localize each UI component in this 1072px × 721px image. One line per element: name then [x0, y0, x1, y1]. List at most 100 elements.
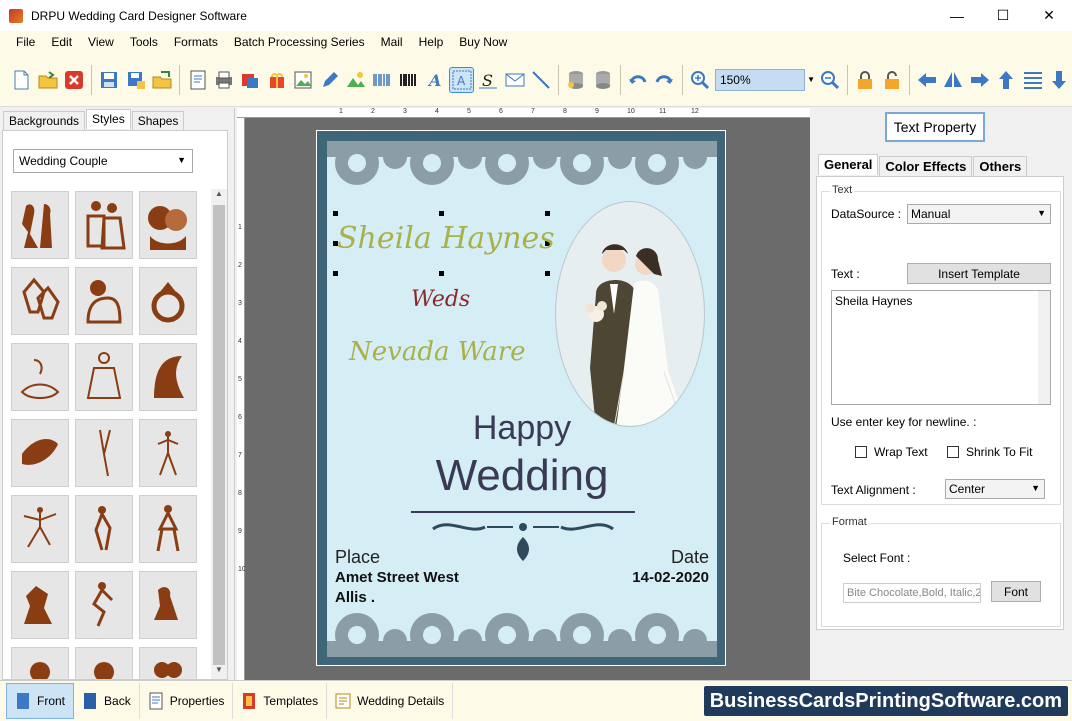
- image-icon[interactable]: [291, 67, 315, 93]
- place-line1[interactable]: Amet Street West: [335, 569, 459, 586]
- zoom-level-input[interactable]: 150%: [714, 68, 806, 91]
- style-thumbnail[interactable]: [139, 419, 197, 487]
- flip-icon[interactable]: [941, 67, 965, 93]
- style-thumbnail[interactable]: [139, 495, 197, 563]
- style-thumbnail[interactable]: [139, 267, 197, 335]
- menu-formats[interactable]: Formats: [166, 31, 226, 53]
- style-thumbnail[interactable]: [11, 191, 69, 259]
- close-file-icon[interactable]: [62, 67, 86, 93]
- place-line2[interactable]: Allis .: [335, 589, 375, 606]
- datasource-select[interactable]: Manual ▼: [907, 204, 1051, 224]
- happy-text[interactable]: Happy: [407, 409, 637, 448]
- weds-text[interactable]: Weds: [411, 287, 470, 312]
- shapes-icon[interactable]: [344, 67, 368, 93]
- print-icon[interactable]: [212, 67, 236, 93]
- menu-tools[interactable]: Tools: [122, 31, 166, 53]
- style-thumbnail[interactable]: [75, 419, 133, 487]
- tab-backgrounds[interactable]: Backgrounds: [3, 111, 86, 131]
- style-thumbnail[interactable]: [75, 343, 133, 411]
- date-label[interactable]: Date: [671, 547, 709, 568]
- thumbnails-scrollbar[interactable]: ▲ ▼: [211, 189, 227, 679]
- style-thumbnail[interactable]: [75, 267, 133, 335]
- arrow-right-icon[interactable]: [968, 67, 992, 93]
- shrink-to-fit-checkbox[interactable]: Shrink To Fit: [947, 445, 1032, 459]
- couple-image[interactable]: [555, 201, 705, 427]
- database2-icon[interactable]: [590, 67, 614, 93]
- arrow-up-icon[interactable]: [994, 67, 1018, 93]
- date-value[interactable]: 14-02-2020: [632, 569, 709, 586]
- style-thumbnail[interactable]: [139, 343, 197, 411]
- maximize-button[interactable]: ☐: [980, 0, 1026, 31]
- scroll-up-icon[interactable]: ▲: [211, 189, 227, 203]
- style-thumbnail[interactable]: [139, 571, 197, 639]
- new-icon[interactable]: [9, 67, 33, 93]
- save-as-icon[interactable]: [124, 67, 148, 93]
- align-icon[interactable]: [1020, 67, 1044, 93]
- tab-back[interactable]: Back: [74, 683, 140, 719]
- style-thumbnail[interactable]: [11, 495, 69, 563]
- tab-others[interactable]: Others: [973, 156, 1028, 177]
- text-box-icon[interactable]: A: [449, 66, 474, 93]
- barcode2-icon[interactable]: [397, 67, 421, 93]
- style-thumbnail[interactable]: [139, 647, 197, 679]
- style-thumbnail[interactable]: [139, 191, 197, 259]
- menu-buy-now[interactable]: Buy Now: [451, 31, 515, 53]
- menu-edit[interactable]: Edit: [43, 31, 80, 53]
- wedding-text[interactable]: Wedding: [407, 451, 637, 501]
- tab-shapes[interactable]: Shapes: [131, 111, 185, 131]
- save-icon[interactable]: [97, 67, 121, 93]
- style-thumbnail[interactable]: [75, 571, 133, 639]
- bride-name-text[interactable]: Sheila Haynes: [337, 221, 555, 256]
- style-thumbnail[interactable]: [11, 343, 69, 411]
- text-area-scrollbar[interactable]: [1038, 291, 1050, 404]
- style-thumbnail[interactable]: [11, 419, 69, 487]
- redo-icon[interactable]: [652, 67, 676, 93]
- tab-color-effects[interactable]: Color Effects: [879, 156, 973, 177]
- tab-general[interactable]: General: [818, 154, 879, 175]
- tab-front[interactable]: Front: [6, 683, 75, 719]
- print-preview-icon[interactable]: [238, 67, 262, 93]
- open-icon[interactable]: [35, 67, 59, 93]
- arrow-left-icon[interactable]: [915, 67, 939, 93]
- unlock-icon[interactable]: [879, 67, 903, 93]
- wedding-card[interactable]: Sheila Haynes Weds Nevada Ware Happy Wed…: [327, 141, 717, 657]
- zoom-in-icon[interactable]: [688, 67, 712, 93]
- pen-icon[interactable]: [317, 67, 341, 93]
- menu-batch-processing[interactable]: Batch Processing Series: [226, 31, 373, 53]
- menu-view[interactable]: View: [80, 31, 122, 53]
- style-thumbnail[interactable]: [11, 647, 69, 679]
- database-icon[interactable]: [564, 67, 588, 93]
- menu-mail[interactable]: Mail: [373, 31, 411, 53]
- groom-name-text[interactable]: Nevada Ware: [349, 337, 526, 367]
- insert-template-button[interactable]: Insert Template: [907, 263, 1051, 284]
- style-category-select[interactable]: Wedding Couple ▼: [13, 149, 193, 173]
- zoom-dropdown-icon[interactable]: ▼: [805, 69, 816, 91]
- close-button[interactable]: ✕: [1026, 0, 1072, 31]
- style-thumbnail[interactable]: [11, 571, 69, 639]
- zoom-out-icon[interactable]: [818, 67, 842, 93]
- style-thumbnail[interactable]: [11, 267, 69, 335]
- menu-file[interactable]: File: [8, 31, 43, 53]
- font-value-field[interactable]: Bite Chocolate,Bold, Italic,24: [843, 583, 981, 603]
- place-label[interactable]: Place: [335, 547, 380, 568]
- wrap-text-checkbox[interactable]: Wrap Text: [855, 445, 928, 459]
- text-content-input[interactable]: Sheila Haynes: [831, 290, 1051, 405]
- gift-icon[interactable]: [265, 67, 289, 93]
- signature-icon[interactable]: S: [476, 67, 500, 93]
- page-setup-icon[interactable]: [185, 67, 209, 93]
- text-icon[interactable]: A: [423, 67, 447, 93]
- tab-styles[interactable]: Styles: [86, 109, 131, 129]
- undo-icon[interactable]: [626, 67, 650, 93]
- style-thumbnail[interactable]: [75, 647, 133, 679]
- scrollbar-thumb[interactable]: [213, 205, 225, 665]
- mail-icon[interactable]: [502, 67, 526, 93]
- tab-properties[interactable]: Properties: [140, 683, 234, 719]
- menu-help[interactable]: Help: [411, 31, 452, 53]
- style-thumbnail[interactable]: [75, 191, 133, 259]
- barcode-icon[interactable]: [370, 67, 394, 93]
- tab-templates[interactable]: Templates: [233, 683, 328, 719]
- line-icon[interactable]: [529, 67, 553, 93]
- style-thumbnail[interactable]: [75, 495, 133, 563]
- arrow-down-icon[interactable]: [1047, 67, 1071, 93]
- font-button[interactable]: Font: [991, 581, 1041, 602]
